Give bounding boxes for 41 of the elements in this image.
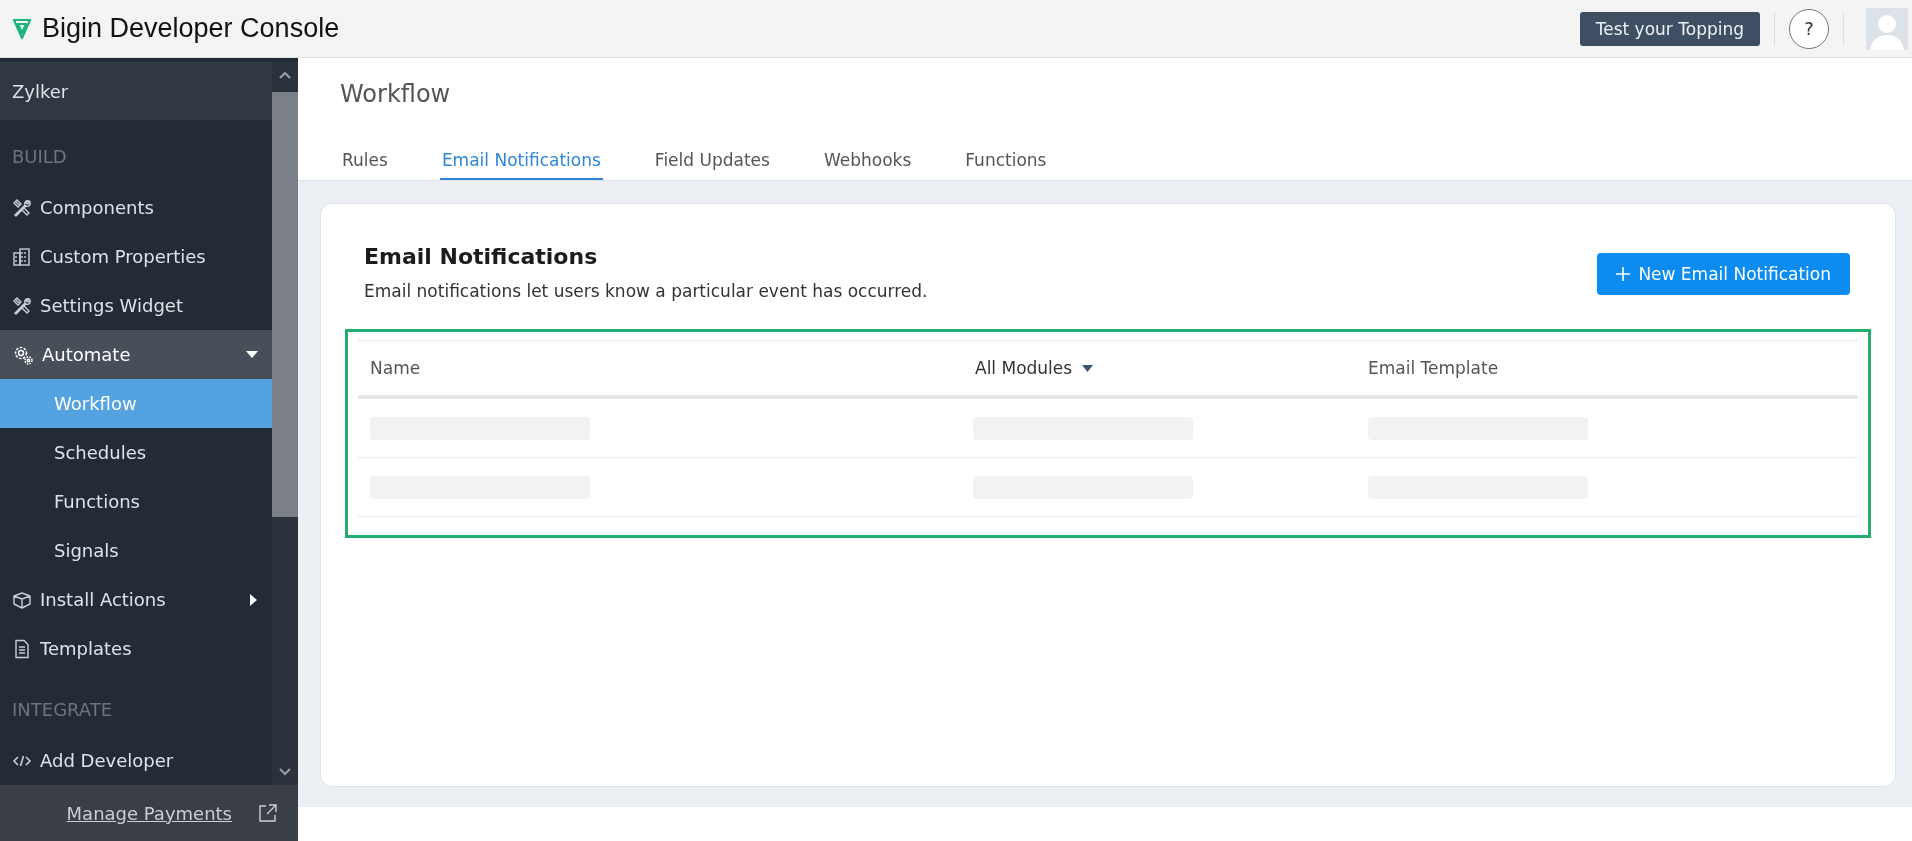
- section-title: Email Notifications: [364, 244, 599, 269]
- test-button[interactable]: Test your Topping: [1579, 11, 1760, 46]
- tools-icon: [12, 295, 32, 316]
- column-header: Name: [370, 358, 421, 378]
- caret-right-icon: [250, 593, 258, 606]
- document-icon: [12, 638, 32, 659]
- sidebar-item[interactable]: Custom Properties: [0, 232, 272, 281]
- page-title: Workflow: [340, 79, 452, 110]
- scrollbar-thumb[interactable]: [272, 92, 298, 517]
- caret-down-icon: [246, 350, 258, 359]
- tab[interactable]: Field Updates: [652, 146, 772, 180]
- sidebar-item[interactable]: Settings Widget: [0, 281, 272, 330]
- app-title: Bigin Developer Console: [42, 13, 340, 44]
- box-icon: [12, 589, 32, 610]
- tab[interactable]: Webhooks: [821, 146, 914, 180]
- sidebar-item[interactable]: Automate: [0, 330, 272, 379]
- logo-icon: [12, 16, 32, 41]
- workspace-name[interactable]: Zylker: [0, 62, 272, 120]
- external-link-icon[interactable]: [258, 803, 278, 823]
- module-filter[interactable]: All Modules: [968, 358, 1094, 378]
- sidebar-item[interactable]: Install Actions: [0, 575, 272, 624]
- tab[interactable]: Rules: [340, 146, 390, 180]
- scrollbar[interactable]: [272, 62, 298, 785]
- description: Email notifications let users know a particular event has occurred.: [364, 281, 928, 301]
- column-header: Email Template: [1368, 358, 1499, 378]
- tools-icon: [12, 197, 32, 218]
- building-icon: [12, 246, 32, 267]
- plus-icon: [1616, 267, 1631, 281]
- sidebar-subitem[interactable]: Functions: [0, 477, 272, 526]
- help-button[interactable]: ?: [1789, 8, 1829, 49]
- section-heading: INTEGRATE: [11, 698, 114, 722]
- sidebar-item[interactable]: Add Developer: [0, 736, 272, 785]
- scroll-up-icon[interactable]: [278, 70, 292, 80]
- scroll-down-icon[interactable]: [278, 767, 292, 777]
- section-heading: BUILD: [11, 145, 68, 169]
- sidebar-subitem[interactable]: Schedules: [0, 428, 272, 477]
- tab[interactable]: Functions: [963, 146, 1049, 180]
- sidebar-subitem[interactable]: Signals: [0, 526, 272, 575]
- caret-down-icon: [1082, 364, 1094, 372]
- sidebar-item[interactable]: Templates: [0, 624, 272, 673]
- sidebar-item[interactable]: Components: [0, 183, 272, 232]
